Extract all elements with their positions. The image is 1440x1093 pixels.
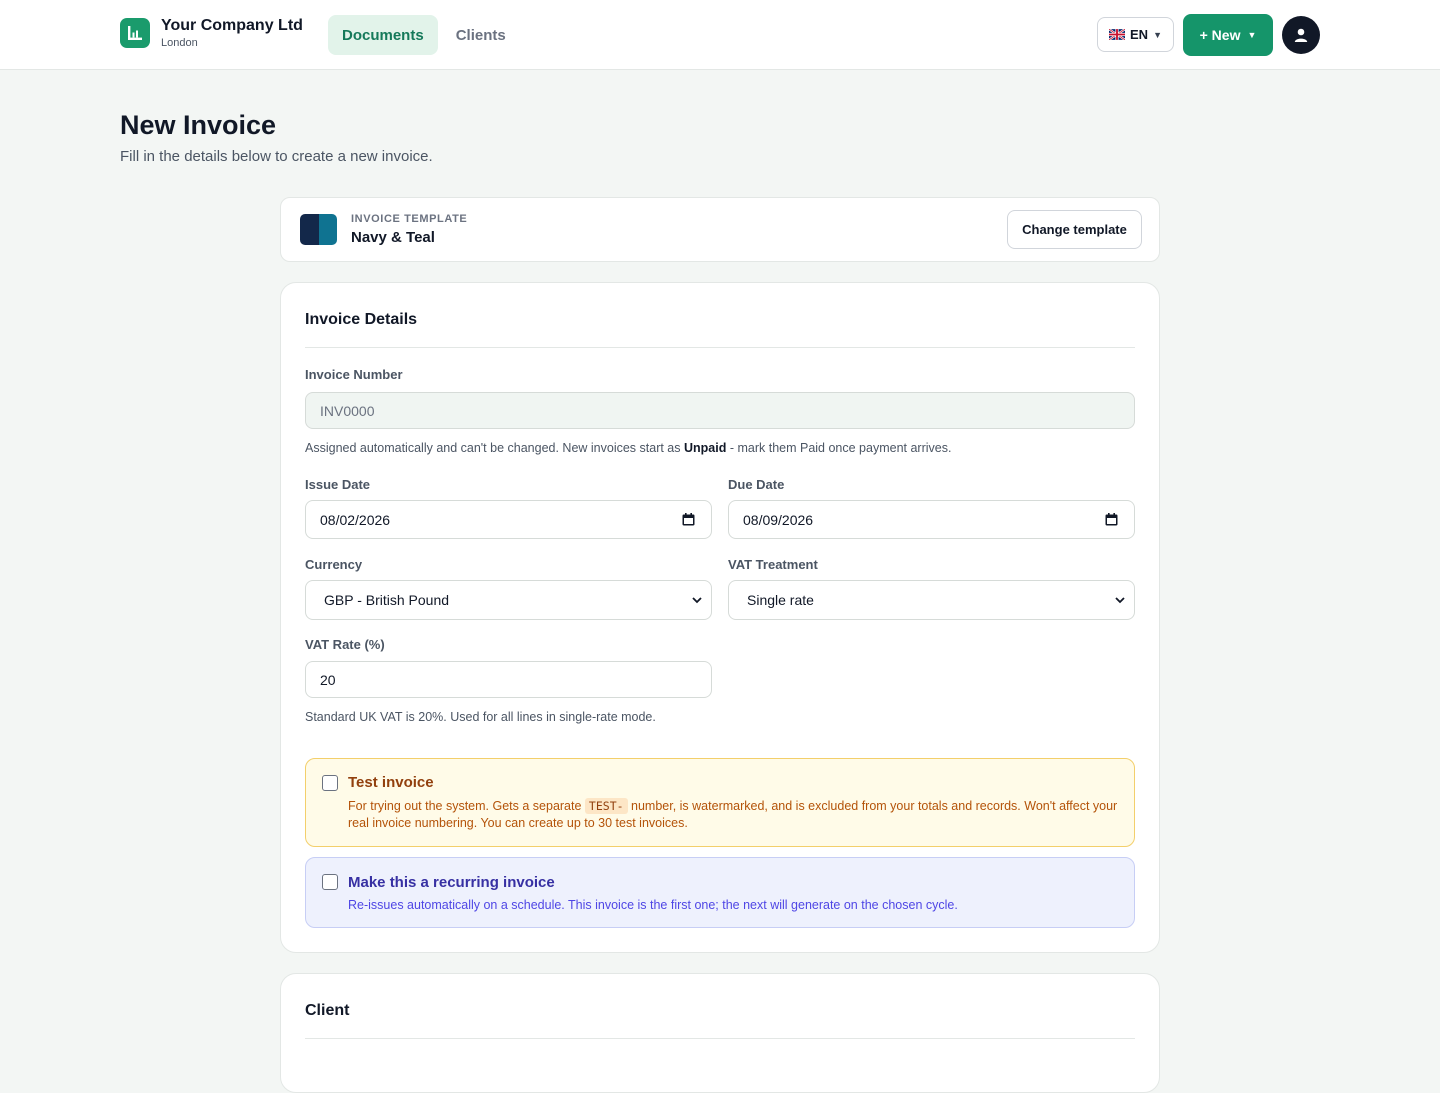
chevron-down-icon: ▼ [1153, 29, 1162, 40]
template-label: INVOICE TEMPLATE [351, 213, 468, 225]
chevron-down-icon: ▼ [1247, 30, 1257, 40]
client-title: Client [305, 1002, 350, 1019]
user-avatar[interactable] [1282, 16, 1320, 54]
recurring-invoice-checkbox[interactable] [322, 874, 338, 890]
recurring-invoice-title[interactable]: Make this a recurring invoice [348, 874, 555, 891]
test-invoice-checkbox[interactable] [322, 775, 338, 791]
issue-date-label: Issue Date [305, 477, 371, 492]
uk-flag-icon [1109, 29, 1125, 40]
nav-documents[interactable]: Documents [328, 15, 438, 55]
swatch-color-teal [318, 214, 337, 245]
vat-rate-input[interactable]: 20 [305, 661, 712, 698]
top-bar: Your Company Ltd London Documents Client… [0, 0, 1440, 70]
invoice-number-input: INV0000 [305, 392, 1135, 429]
divider [305, 1038, 1135, 1039]
new-document-button[interactable]: + New ▼ [1183, 14, 1273, 56]
language-selector[interactable]: EN ▼ [1097, 17, 1174, 52]
invoice-number-label: Invoice Number [305, 367, 403, 382]
invoice-number-value: INV0000 [320, 402, 375, 419]
new-button-label: + New [1199, 27, 1241, 43]
invoice-template-card: INVOICE TEMPLATE Navy & Teal Change temp… [280, 197, 1160, 262]
vat-rate-value: 20 [320, 671, 336, 688]
page-title: New Invoice [120, 110, 277, 140]
test-invoice-description: For trying out the system. Gets a separa… [348, 798, 1118, 830]
recurring-invoice-description: Re-issues automatically on a schedule. T… [348, 898, 958, 912]
vat-treatment-select[interactable]: Single rate [728, 580, 1135, 620]
issue-date-input[interactable]: 08/02/2026 [305, 500, 712, 539]
divider [305, 347, 1135, 348]
company-name: Your Company Ltd [161, 17, 303, 34]
client-card: Client [280, 973, 1160, 1093]
company-logo-icon [120, 18, 150, 48]
issue-date-value: 08/02/2026 [320, 511, 391, 528]
test-invoice-box: Test invoice For trying out the system. … [305, 758, 1135, 847]
currency-select[interactable]: GBP - British Pound [305, 580, 712, 620]
invoice-details-card: Invoice Details Invoice Number INV0000 A… [280, 282, 1160, 953]
chevron-down-icon [692, 597, 702, 604]
currency-value: GBP - British Pound [324, 592, 450, 608]
due-date-label: Due Date [728, 477, 785, 492]
template-color-swatch [300, 214, 337, 245]
page-subtitle: Fill in the details below to create a ne… [120, 148, 433, 165]
test-invoice-title[interactable]: Test invoice [348, 774, 434, 791]
company-city: London [161, 37, 198, 49]
change-template-button[interactable]: Change template [1007, 210, 1142, 249]
vat-rate-help: Standard UK VAT is 20%. Used for all lin… [305, 710, 656, 724]
nav-clients[interactable]: Clients [442, 15, 520, 55]
invoice-number-help: Assigned automatically and can't be chan… [305, 441, 952, 455]
vat-treatment-value: Single rate [747, 592, 814, 608]
recurring-invoice-box: Make this a recurring invoice Re-issues … [305, 857, 1135, 928]
swatch-color-navy [300, 214, 319, 245]
main-nav: Documents Clients [328, 15, 520, 55]
calendar-icon[interactable] [682, 513, 695, 526]
template-name: Navy & Teal [351, 229, 435, 246]
user-icon [1294, 28, 1308, 42]
due-date-value: 08/09/2026 [743, 511, 814, 528]
brand[interactable]: Your Company Ltd London [120, 17, 303, 49]
test-prefix-code: TEST- [584, 798, 628, 814]
language-label: EN [1130, 27, 1149, 42]
vat-rate-label: VAT Rate (%) [305, 637, 385, 652]
unpaid-status-text: Unpaid [684, 441, 727, 455]
chevron-down-icon [1115, 597, 1125, 604]
currency-label: Currency [305, 557, 363, 572]
vat-treatment-label: VAT Treatment [728, 557, 818, 572]
due-date-input[interactable]: 08/09/2026 [728, 500, 1135, 539]
calendar-icon[interactable] [1105, 513, 1118, 526]
invoice-details-title: Invoice Details [305, 311, 418, 328]
